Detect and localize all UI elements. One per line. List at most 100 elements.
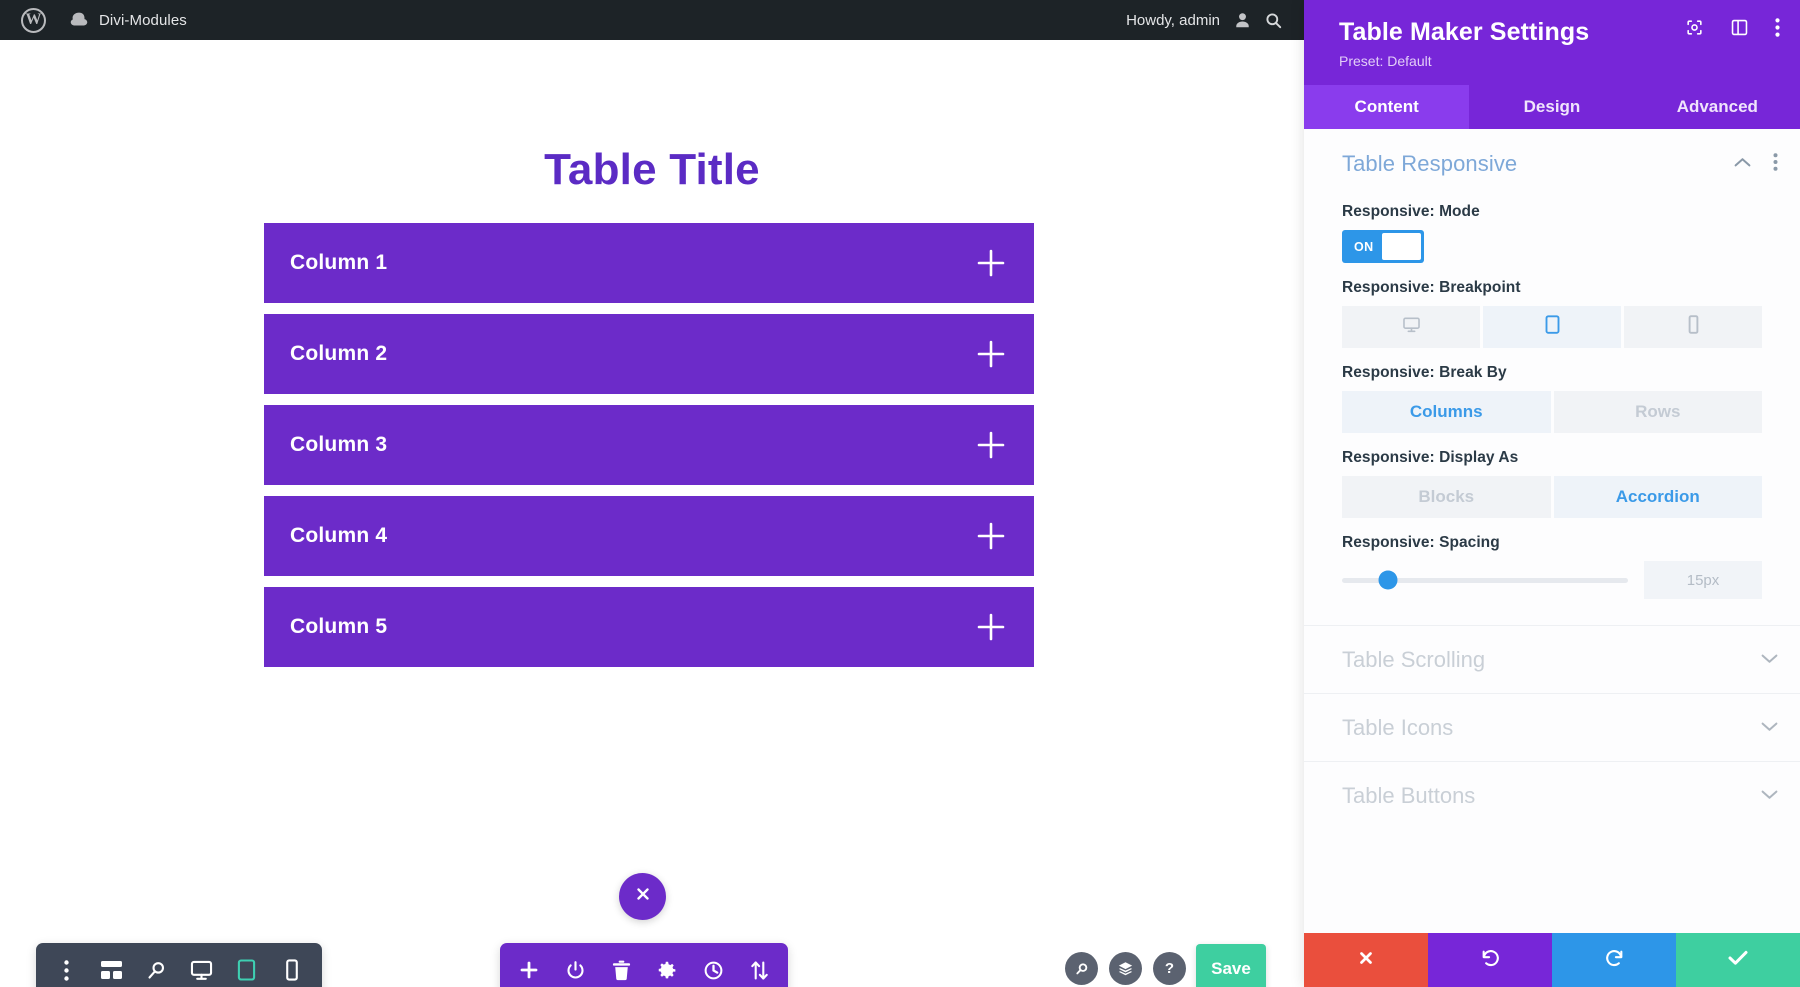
power-icon[interactable]: [552, 943, 598, 987]
close-x-icon: [1357, 949, 1375, 972]
panel-header: Table Maker Settings Preset: Default: [1304, 0, 1800, 85]
breakpoint-option-phone[interactable]: [1624, 306, 1762, 348]
redo-icon: [1604, 947, 1625, 973]
check-icon: [1727, 948, 1749, 972]
gear-icon[interactable]: [644, 943, 690, 987]
zoom-icon[interactable]: [134, 943, 179, 987]
save-button[interactable]: Save: [1196, 944, 1266, 987]
section-title: Table Scrolling: [1342, 646, 1486, 672]
field-responsive-display-as: Responsive: Display As Blocks Accordion: [1304, 449, 1800, 518]
chevron-down-icon: [1761, 787, 1778, 805]
tablet-icon[interactable]: [224, 943, 269, 987]
chevron-down-icon: [1761, 651, 1778, 669]
break-by-option-rows[interactable]: Rows: [1553, 391, 1762, 433]
plus-icon[interactable]: [974, 610, 1008, 644]
vertical-dots-icon[interactable]: [1775, 18, 1780, 37]
search-icon[interactable]: [1256, 0, 1290, 40]
spacing-value-input[interactable]: 15px: [1644, 561, 1762, 599]
section-table-scrolling[interactable]: Table Scrolling: [1304, 625, 1800, 693]
sort-arrows-icon[interactable]: [736, 943, 782, 987]
desktop-icon[interactable]: [179, 943, 224, 987]
plus-icon[interactable]: [974, 337, 1008, 371]
responsive-mode-toggle[interactable]: ON: [1342, 230, 1424, 263]
site-name-label: Divi-Modules: [99, 11, 187, 29]
vertical-dots-icon[interactable]: [1773, 152, 1778, 176]
panel-body: Table Responsive Responsive: Mode ON Res…: [1304, 129, 1800, 933]
accordion-row[interactable]: Column 3: [264, 405, 1034, 485]
undo-icon: [1480, 947, 1501, 973]
accordion-row-label: Column 4: [290, 524, 388, 547]
accordion-row[interactable]: Column 5: [264, 587, 1034, 667]
field-responsive-mode: Responsive: Mode ON: [1304, 203, 1800, 263]
confirm-save-button[interactable]: [1676, 933, 1800, 987]
accordion-row[interactable]: Column 2: [264, 314, 1034, 394]
break-by-option-columns[interactable]: Columns: [1342, 391, 1551, 433]
plus-icon[interactable]: [974, 246, 1008, 280]
section-table-icons[interactable]: Table Icons: [1304, 693, 1800, 761]
section-title: Table Responsive: [1342, 151, 1518, 176]
accordion-table: Column 1 Column 2 Column 3 Column 4 Colu…: [264, 223, 1034, 678]
section-table-buttons[interactable]: Table Buttons: [1304, 761, 1800, 829]
field-label: Responsive: Spacing: [1342, 534, 1500, 551]
history-clock-icon[interactable]: [690, 943, 736, 987]
accordion-row-label: Column 3: [290, 433, 388, 456]
wireframe-icon[interactable]: [89, 943, 134, 987]
tab-advanced[interactable]: Advanced: [1635, 85, 1800, 129]
display-as-option-accordion[interactable]: Accordion: [1553, 476, 1762, 518]
focus-target-icon[interactable]: [1685, 18, 1704, 37]
field-label: Responsive: Display As: [1342, 449, 1519, 466]
tab-design[interactable]: Design: [1469, 85, 1634, 129]
panel-layout-icon[interactable]: [1730, 18, 1749, 37]
desktop-icon: [1402, 316, 1421, 339]
section-title: Table Icons: [1342, 714, 1454, 740]
chevron-up-icon[interactable]: [1734, 155, 1751, 173]
undo-button[interactable]: [1428, 933, 1552, 987]
trash-icon[interactable]: [598, 943, 644, 987]
plus-icon[interactable]: [974, 519, 1008, 553]
tablet-icon: [1545, 315, 1560, 339]
display-as-option-blocks[interactable]: Blocks: [1342, 476, 1551, 518]
howdy-label[interactable]: Howdy, admin: [1126, 12, 1228, 29]
phone-icon[interactable]: [269, 943, 314, 987]
toggle-state-label: ON: [1354, 239, 1374, 254]
accordion-row[interactable]: Column 4: [264, 496, 1034, 576]
plus-icon[interactable]: [506, 943, 552, 987]
wp-logo-item[interactable]: W: [10, 0, 57, 40]
panel-tabs: Content Design Advanced: [1304, 85, 1800, 129]
accordion-row[interactable]: Column 1: [264, 223, 1034, 303]
admin-bar-left: W Divi-Modules: [0, 0, 198, 40]
search-zoom-icon[interactable]: [1065, 952, 1098, 985]
cancel-button[interactable]: [1304, 933, 1428, 987]
vertical-dots-icon[interactable]: [44, 943, 89, 987]
field-responsive-spacing: Responsive: Spacing 15px: [1304, 534, 1800, 599]
panel-preset-selector[interactable]: Preset: Default: [1339, 53, 1778, 69]
field-label: Responsive: Mode: [1342, 203, 1480, 220]
section-header-icons: [1734, 152, 1778, 176]
slider-knob[interactable]: [1378, 570, 1398, 590]
field-responsive-break-by: Responsive: Break By Columns Rows: [1304, 364, 1800, 433]
field-label: Responsive: Breakpoint: [1342, 279, 1521, 296]
user-avatar-icon[interactable]: [1230, 8, 1254, 32]
close-builder-button[interactable]: [619, 873, 666, 920]
builder-module-toolbar: [500, 943, 788, 987]
accordion-row-label: Column 1: [290, 251, 388, 274]
breakpoint-option-tablet[interactable]: [1483, 306, 1621, 348]
app-root: W Divi-Modules Howdy, admin Table Title …: [0, 0, 1800, 987]
admin-bar-right: Howdy, admin: [1126, 0, 1304, 40]
field-label: Responsive: Break By: [1342, 364, 1507, 381]
plus-icon[interactable]: [974, 428, 1008, 462]
spacing-slider-row: 15px: [1342, 561, 1762, 599]
section-table-responsive-header[interactable]: Table Responsive: [1304, 129, 1800, 187]
builder-canvas: Table Title Column 1 Column 2 Column 3 C…: [0, 40, 1304, 987]
section-title: Table Buttons: [1342, 782, 1476, 808]
accordion-row-label: Column 2: [290, 342, 388, 365]
layers-icon[interactable]: [1109, 952, 1142, 985]
site-name-item[interactable]: Divi-Modules: [57, 0, 198, 40]
tab-content[interactable]: Content: [1304, 85, 1470, 129]
break-by-button-group: Columns Rows: [1342, 391, 1762, 433]
breakpoint-option-desktop[interactable]: [1342, 306, 1480, 348]
redo-button[interactable]: [1552, 933, 1676, 987]
spacing-slider[interactable]: [1342, 570, 1628, 590]
help-icon[interactable]: ?: [1153, 952, 1186, 985]
